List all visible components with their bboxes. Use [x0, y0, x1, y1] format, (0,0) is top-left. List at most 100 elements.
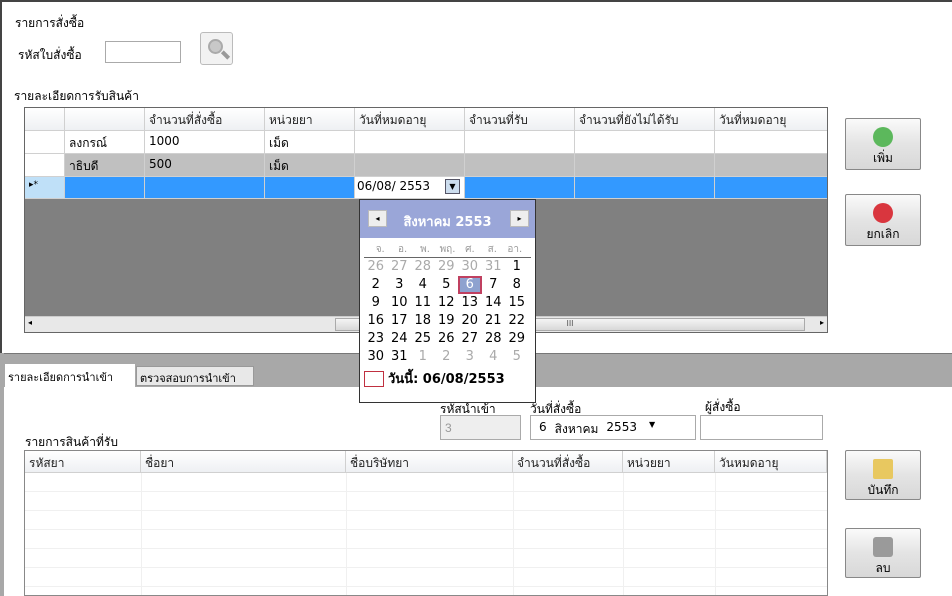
- calendar-day[interactable]: 4: [482, 348, 506, 366]
- add-icon: [873, 127, 893, 147]
- calendar-day[interactable]: 1: [505, 258, 529, 276]
- chevron-down-icon[interactable]: ▼: [649, 420, 655, 435]
- tab-import-details[interactable]: รายละเอียดการนำเข้า: [5, 364, 135, 388]
- add-label: เพิ่ม: [873, 151, 893, 165]
- calendar-popup[interactable]: ◂ สิงหาคม 2553 ▸ จ. อ. พ. พฤ. ศ. ส. อา. 26 27 28…: [359, 199, 536, 403]
- calendar-day[interactable]: 27: [388, 258, 412, 276]
- calendar-day[interactable]: 2: [364, 276, 388, 294]
- calendar-day[interactable]: 6: [458, 276, 482, 294]
- cancel-label: ยกเลิก: [866, 227, 900, 241]
- calendar-day[interactable]: 5: [505, 348, 529, 366]
- calendar-day[interactable]: 15: [505, 294, 529, 312]
- day-name: จ.: [375, 244, 385, 255]
- calendar-day[interactable]: 28: [482, 330, 506, 348]
- column-header[interactable]: [65, 108, 145, 131]
- calendar-day[interactable]: 3: [458, 348, 482, 366]
- table-row[interactable]: ลงกรณ์ 1000 เม็ด: [25, 131, 827, 154]
- calendar-day[interactable]: 31: [482, 258, 506, 276]
- search-button[interactable]: [200, 32, 233, 65]
- calendar-day[interactable]: 10: [388, 294, 412, 312]
- calendar-day[interactable]: 24: [388, 330, 412, 348]
- day-name: พฤ.: [439, 244, 456, 255]
- calendar-day[interactable]: 12: [435, 294, 459, 312]
- save-button[interactable]: บันทึก: [845, 450, 921, 500]
- column-header[interactable]: วันที่หมดอายุ: [355, 108, 465, 131]
- calendar-day[interactable]: 8: [505, 276, 529, 294]
- date-year: 2553: [606, 420, 637, 434]
- column-header[interactable]: วันหมดอายุ: [715, 451, 827, 473]
- cancel-button[interactable]: ยกเลิก: [845, 194, 921, 246]
- column-header[interactable]: ชื่อบริษัทยา: [346, 451, 513, 473]
- cell: ลงกรณ์: [65, 131, 145, 154]
- column-header[interactable]: ชื่อยา: [141, 451, 346, 473]
- order-date-picker[interactable]: 6 สิงหาคม 2553 ▼: [530, 415, 696, 440]
- calendar-day[interactable]: 27: [458, 330, 482, 348]
- cell: 500: [145, 154, 265, 177]
- calendar-day[interactable]: 13: [458, 294, 482, 312]
- calendar-day[interactable]: 29: [435, 258, 459, 276]
- expiry-date-editor[interactable]: 06/08/ 2553: [357, 179, 430, 193]
- delete-label: ลบ: [875, 561, 891, 575]
- calendar-day[interactable]: 14: [482, 294, 506, 312]
- calendar-day[interactable]: 17: [388, 312, 412, 330]
- column-header[interactable]: จำนวนที่สั่งซื้อ: [513, 451, 623, 473]
- calendar-day[interactable]: 4: [411, 276, 435, 294]
- delete-button[interactable]: ลบ: [845, 528, 921, 578]
- items-grid[interactable]: รหัสยา ชื่อยา ชื่อบริษัทยา จำนวนที่สั่งซ…: [24, 450, 828, 596]
- calendar-day[interactable]: 18: [411, 312, 435, 330]
- cell: เม็ด: [265, 131, 355, 154]
- day-name: พ.: [420, 244, 430, 255]
- order-section-title: รายการสั่งซื้อ: [15, 16, 85, 30]
- calendar-title: สิงหาคม 2553: [403, 215, 492, 230]
- orderer-input[interactable]: [700, 415, 823, 440]
- calendar-day[interactable]: 11: [411, 294, 435, 312]
- today-label: วันนี้: 06/08/2553: [388, 372, 505, 387]
- add-button[interactable]: เพิ่ม: [845, 118, 921, 170]
- calendar-day[interactable]: 30: [458, 258, 482, 276]
- chevron-down-icon[interactable]: ▼: [445, 179, 460, 194]
- calendar-day[interactable]: 26: [435, 330, 459, 348]
- column-header[interactable]: จำนวนที่ยังไม่ได้รับ: [575, 108, 715, 131]
- date-day: 6: [539, 420, 547, 434]
- calendar-day[interactable]: 31: [388, 348, 412, 366]
- calendar-day[interactable]: 2: [435, 348, 459, 366]
- today-link[interactable]: วันนี้: 06/08/2553: [360, 366, 535, 391]
- calendar-day[interactable]: 23: [364, 330, 388, 348]
- calendar-day[interactable]: 1: [411, 348, 435, 366]
- calendar-day[interactable]: 26: [364, 258, 388, 276]
- save-label: บันทึก: [867, 483, 899, 497]
- calendar-day[interactable]: 16: [364, 312, 388, 330]
- table-row[interactable]: าธิบดี 500 เม็ด: [25, 154, 827, 177]
- receive-section-title: รายละเอียดการรับสินค้า: [14, 89, 139, 103]
- calendar-day[interactable]: 29: [505, 330, 529, 348]
- tab-import-check[interactable]: ตรวจสอบการนำเข้า: [136, 366, 254, 386]
- calendar-day[interactable]: 30: [364, 348, 388, 366]
- column-header[interactable]: หน่วยยา: [265, 108, 355, 131]
- column-header[interactable]: รหัสยา: [25, 451, 141, 473]
- day-name: อ.: [398, 244, 408, 255]
- column-header[interactable]: วันที่หมดอายุ: [715, 108, 827, 131]
- column-header[interactable]: จำนวนที่สั่งซื้อ: [145, 108, 265, 131]
- calendar-day[interactable]: 19: [435, 312, 459, 330]
- calendar-day[interactable]: 25: [411, 330, 435, 348]
- calendar-day[interactable]: 9: [364, 294, 388, 312]
- calendar-day[interactable]: 28: [411, 258, 435, 276]
- calendar-day[interactable]: 5: [435, 276, 459, 294]
- cancel-icon: [873, 203, 893, 223]
- calendar-day[interactable]: 7: [482, 276, 506, 294]
- order-id-input[interactable]: [105, 41, 181, 63]
- cell: เม็ด: [265, 154, 355, 177]
- calendar-day[interactable]: 22: [505, 312, 529, 330]
- next-month-button[interactable]: ▸: [510, 210, 529, 227]
- calendar-day[interactable]: 3: [388, 276, 412, 294]
- calendar-day[interactable]: 21: [482, 312, 506, 330]
- calendar-day[interactable]: 20: [458, 312, 482, 330]
- row-marker: ▸*: [25, 177, 65, 199]
- column-header[interactable]: หน่วยยา: [623, 451, 715, 473]
- column-header[interactable]: จำนวนที่รับ: [465, 108, 575, 131]
- day-name: อา.: [507, 244, 523, 255]
- trash-icon: [873, 537, 893, 557]
- new-row[interactable]: ▸* 06/08/ 2553 ▼: [25, 177, 827, 199]
- import-id-input: [440, 415, 521, 440]
- day-name: ศ.: [465, 244, 475, 255]
